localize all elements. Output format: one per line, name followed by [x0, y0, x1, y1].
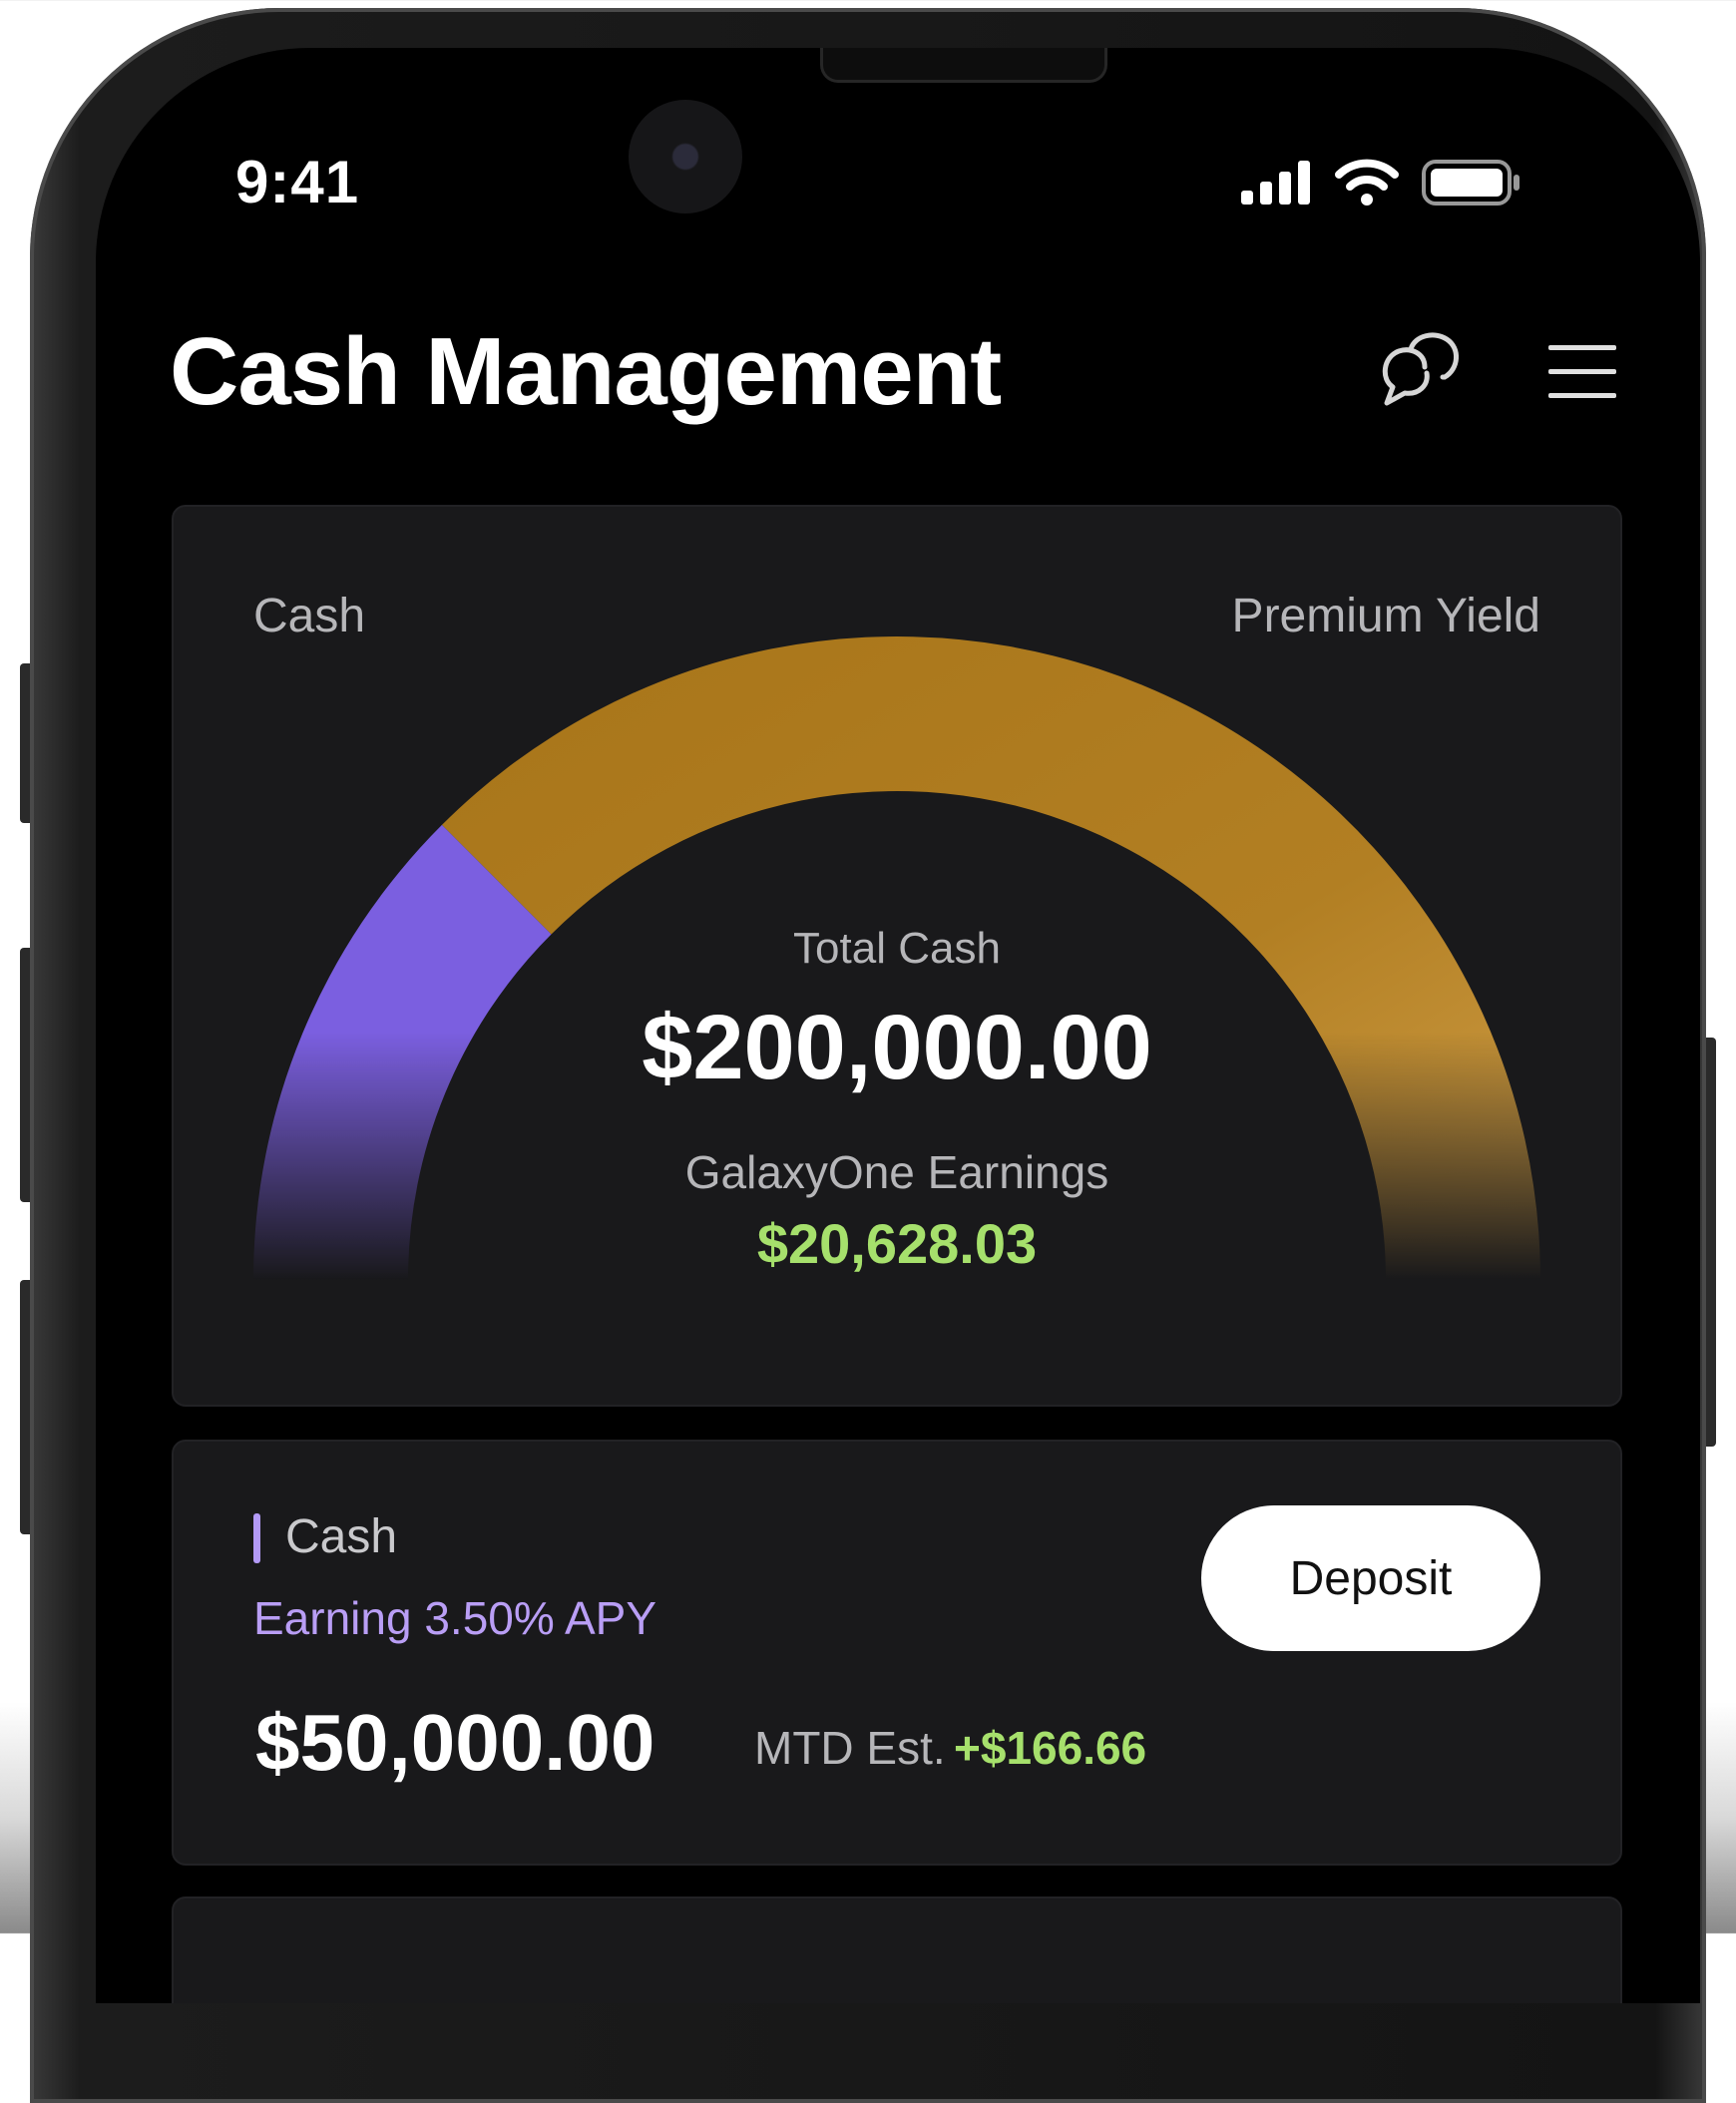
earnings-label: GalaxyOne Earnings — [684, 1146, 1109, 1198]
status-time: 9:41 — [235, 149, 360, 215]
cash-card-title: Cash — [285, 1510, 398, 1563]
cellular-signal-icon — [1241, 161, 1310, 205]
phone-frame: 9:41 Cash Management Cash Premium Yield … — [30, 8, 1706, 2103]
menu-button[interactable] — [1542, 337, 1622, 407]
earpiece-speaker — [820, 48, 1107, 83]
chat-icon — [1382, 332, 1459, 406]
wifi-icon — [1335, 159, 1399, 206]
apy-text: Earning 3.50% APY — [253, 1592, 657, 1644]
allocation-card: Cash Premium Yield Total Cash $200,000.0… — [172, 505, 1622, 1407]
cash-accent-bar — [253, 1513, 260, 1563]
mtd-label: MTD Est. — [754, 1722, 946, 1774]
front-camera — [629, 100, 742, 213]
chat-button[interactable] — [1373, 327, 1463, 417]
phone-screen: 9:41 Cash Management Cash Premium Yield … — [96, 48, 1700, 2003]
status-icons — [1241, 158, 1520, 208]
next-card — [172, 1896, 1622, 2003]
mtd-value: +$166.66 — [954, 1722, 1147, 1774]
total-cash-label: Total Cash — [793, 924, 1001, 973]
hamburger-menu-icon — [1548, 345, 1616, 398]
earnings-value: $20,628.03 — [756, 1212, 1038, 1275]
cash-account-card[interactable]: Cash Earning 3.50% APY $50,000.00 MTD Es… — [172, 1440, 1622, 1866]
battery-icon — [1422, 160, 1519, 206]
total-cash-value: $200,000.00 — [642, 997, 1152, 1098]
page-title: Cash Management — [170, 318, 1002, 425]
cash-balance: $50,000.00 — [255, 1698, 655, 1787]
deposit-button[interactable]: Deposit — [1201, 1505, 1540, 1651]
